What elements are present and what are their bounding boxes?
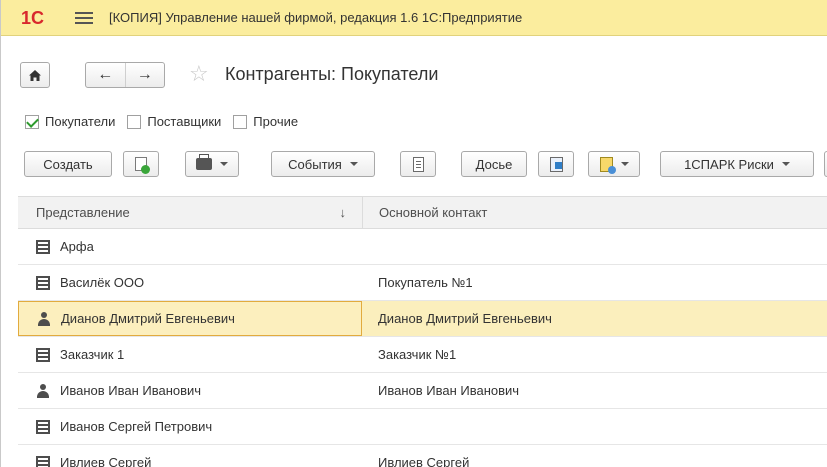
printer-icon bbox=[196, 154, 212, 170]
main-menu-icon[interactable] bbox=[75, 11, 93, 24]
events-dropdown[interactable]: События bbox=[271, 151, 375, 177]
spark-label: 1СПАРК Риски bbox=[684, 156, 774, 172]
table-row[interactable]: Иванов Иван Иванович Иванов Иван Иванови… bbox=[18, 373, 827, 409]
copy-button[interactable] bbox=[123, 151, 159, 177]
column-header-label: Основной контакт bbox=[379, 205, 488, 220]
table-row[interactable]: Иванов Сергей Петрович bbox=[18, 409, 827, 445]
organization-icon bbox=[36, 455, 50, 467]
filter-other[interactable]: Прочие bbox=[233, 114, 298, 129]
person-icon bbox=[36, 383, 50, 398]
logo-text: 1С bbox=[21, 7, 45, 28]
forward-button[interactable]: → bbox=[124, 63, 165, 87]
home-icon bbox=[29, 69, 41, 81]
row-name: Иванов Сергей Петрович bbox=[60, 419, 213, 434]
events-label: События bbox=[288, 156, 342, 172]
sort-descending-icon[interactable]: ↓ bbox=[340, 205, 347, 220]
create-label: Создать bbox=[43, 156, 93, 172]
window-title: [КОПИЯ] Управление нашей фирмой, редакци… bbox=[109, 10, 523, 25]
table-row-selected[interactable]: Дианов Дмитрий Евгеньевич Дианов Дмитрий… bbox=[18, 301, 827, 337]
row-name: Дианов Дмитрий Евгеньевич bbox=[61, 311, 235, 326]
row-contact: Покупатель №1 bbox=[378, 275, 473, 290]
reports-dropdown[interactable] bbox=[588, 151, 640, 177]
name-cell[interactable]: Дианов Дмитрий Евгеньевич bbox=[18, 301, 362, 336]
table-row[interactable]: Заказчик 1 Заказчик №1 bbox=[18, 337, 827, 373]
buyers-checkbox[interactable] bbox=[25, 114, 39, 129]
contact-cell[interactable]: Ивлиев Сергей bbox=[362, 445, 827, 467]
back-button[interactable]: ← bbox=[86, 63, 125, 87]
document-list-icon bbox=[412, 156, 424, 172]
add-copy-icon bbox=[135, 157, 150, 174]
column-header-presentation[interactable]: Представление ↓ bbox=[18, 197, 362, 228]
row-contact: Дианов Дмитрий Евгеньевич bbox=[378, 311, 552, 326]
page-title: Контрагенты: Покупатели bbox=[225, 64, 439, 84]
contact-cell[interactable] bbox=[362, 229, 827, 264]
contact-cell[interactable] bbox=[362, 409, 827, 444]
counterparties-table: Представление ↓ Основной контакт Арфа Ва… bbox=[18, 196, 827, 467]
name-cell[interactable]: Иванов Иван Иванович bbox=[18, 373, 362, 408]
name-cell[interactable]: Василёк ООО bbox=[18, 265, 362, 300]
other-label: Прочие bbox=[253, 114, 299, 129]
command-bar: Создать События Досье 1СПАРК Риски bbox=[1, 148, 827, 180]
other-checkbox[interactable] bbox=[233, 114, 248, 129]
print-dropdown[interactable] bbox=[185, 151, 239, 177]
suppliers-label: Поставщики bbox=[147, 114, 222, 129]
row-contact: Заказчик №1 bbox=[378, 347, 457, 362]
table-header: Представление ↓ Основной контакт bbox=[18, 196, 827, 229]
navigation-row: ← → ☆ Контрагенты: Покупатели bbox=[1, 58, 827, 90]
name-cell[interactable]: Ивлиев Сергей bbox=[18, 445, 362, 467]
column-header-main-contact[interactable]: Основной контакт bbox=[362, 197, 827, 228]
organization-icon bbox=[36, 275, 50, 290]
filter-buyers[interactable]: Покупатели bbox=[25, 114, 115, 129]
name-cell[interactable]: Заказчик 1 bbox=[18, 337, 362, 372]
title-bar: 1С [КОПИЯ] Управление нашей фирмой, реда… bbox=[1, 0, 827, 36]
name-cell[interactable]: Арфа bbox=[18, 229, 362, 264]
table-row[interactable]: Василёк ООО Покупатель №1 bbox=[18, 265, 827, 301]
document-button[interactable] bbox=[400, 151, 436, 177]
organization-icon bbox=[36, 239, 50, 254]
table-row[interactable]: Ивлиев Сергей Ивлиев Сергей bbox=[18, 445, 827, 467]
favorite-star-icon[interactable]: ☆ bbox=[189, 61, 209, 87]
row-contact: Ивлиев Сергей bbox=[378, 455, 470, 467]
row-contact: Иванов Иван Иванович bbox=[378, 383, 520, 398]
contact-cell[interactable]: Покупатель №1 bbox=[362, 265, 827, 300]
home-button[interactable] bbox=[20, 62, 50, 88]
counterparty-filters: Покупатели Поставщики Прочие bbox=[25, 114, 310, 129]
report-button[interactable] bbox=[538, 151, 574, 177]
buyers-label: Покупатели bbox=[45, 114, 116, 129]
contact-cell[interactable]: Иванов Иван Иванович bbox=[362, 373, 827, 408]
dossier-button[interactable]: Досье bbox=[461, 151, 527, 177]
organization-icon bbox=[36, 419, 50, 434]
filter-suppliers[interactable]: Поставщики bbox=[127, 114, 221, 129]
name-cell[interactable]: Иванов Сергей Петрович bbox=[18, 409, 362, 444]
spark-risks-dropdown[interactable]: 1СПАРК Риски bbox=[660, 151, 814, 177]
create-button[interactable]: Создать bbox=[24, 151, 112, 177]
person-icon bbox=[37, 311, 51, 326]
contact-cell[interactable]: Дианов Дмитрий Евгеньевич bbox=[362, 301, 827, 336]
spreadsheet-icon bbox=[549, 156, 563, 172]
dossier-label: Досье bbox=[475, 156, 513, 172]
column-header-label: Представление bbox=[36, 205, 130, 220]
table-row[interactable]: Арфа bbox=[18, 229, 827, 265]
row-name: Заказчик 1 bbox=[60, 347, 125, 362]
1c-logo: 1С bbox=[21, 8, 61, 28]
row-name: Василёк ООО bbox=[60, 275, 145, 290]
row-name: Ивлиев Сергей bbox=[60, 455, 152, 467]
contact-cell[interactable]: Заказчик №1 bbox=[362, 337, 827, 372]
row-name: Арфа bbox=[60, 239, 94, 254]
reports-icon bbox=[599, 156, 616, 174]
organization-icon bbox=[36, 347, 50, 362]
app-window: 1С [КОПИЯ] Управление нашей фирмой, реда… bbox=[0, 0, 827, 467]
history-navigation: ← → bbox=[85, 62, 165, 88]
suppliers-checkbox[interactable] bbox=[127, 114, 142, 129]
row-name: Иванов Иван Иванович bbox=[60, 383, 202, 398]
